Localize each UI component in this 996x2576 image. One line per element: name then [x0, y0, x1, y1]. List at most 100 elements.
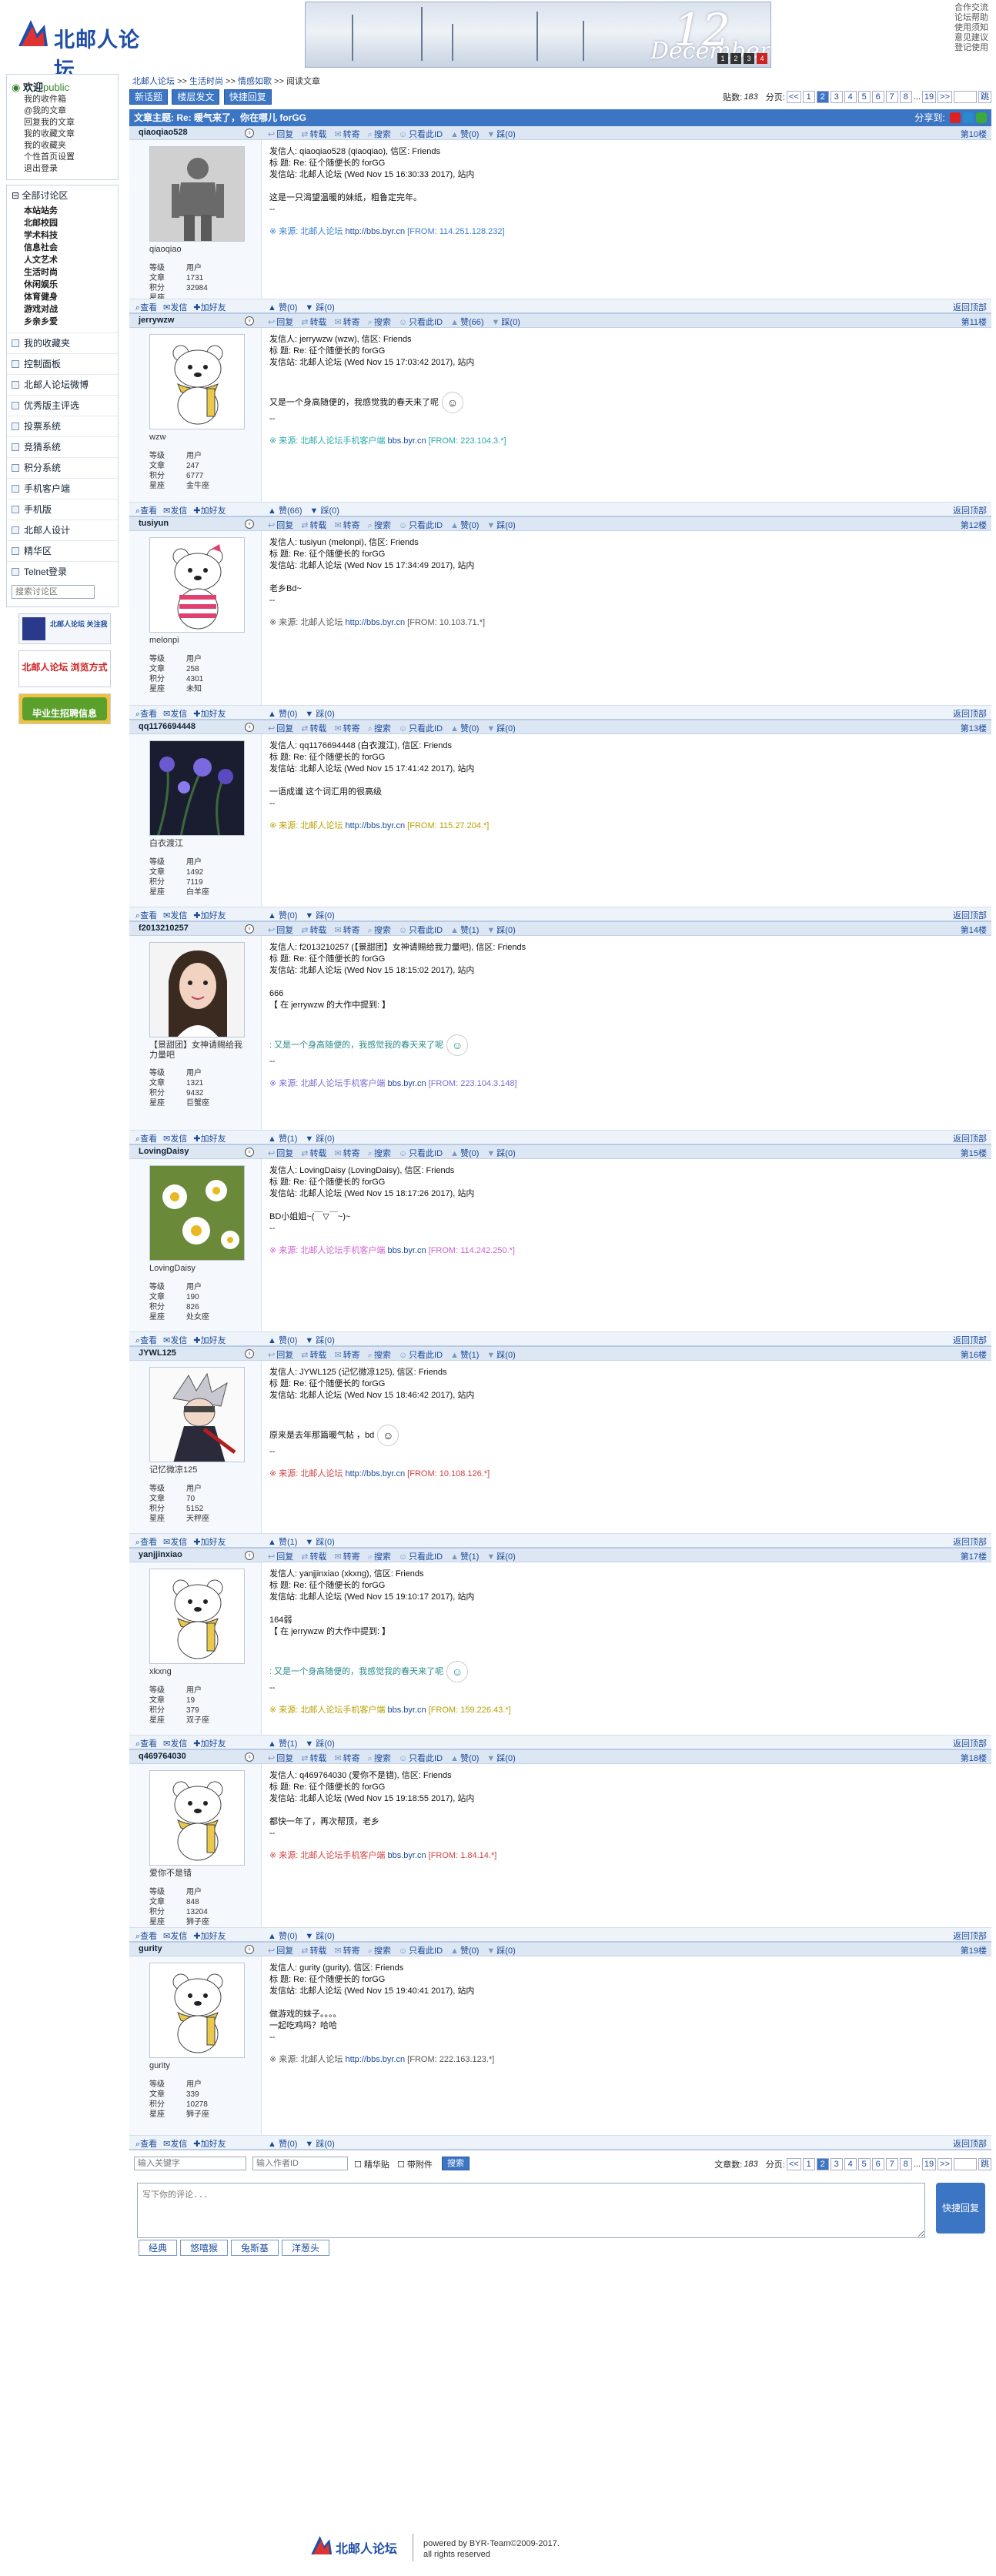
back-to-top-link[interactable]: 返回顶部	[953, 1334, 987, 1346]
dislike-button[interactable]: ▼ 踩(0)	[305, 1538, 334, 1547]
view-profile-button[interactable]: ⌕查看	[135, 1134, 157, 1144]
post-author[interactable]: f2013210257	[139, 924, 189, 933]
sidebar-menu-item[interactable]: Telnet登录	[7, 561, 118, 582]
page-link[interactable]: 19	[921, 2158, 937, 2170]
page-link[interactable]: 4	[844, 2158, 857, 2170]
repost-button[interactable]: ⇄ 转载	[301, 1552, 326, 1562]
author-search-input[interactable]	[252, 2157, 348, 2170]
search-button[interactable]: ⌕ 搜索	[368, 1149, 391, 1158]
search-button[interactable]: ⌕ 搜索	[368, 521, 391, 530]
like-button[interactable]: ▲ 赞(1)	[450, 926, 479, 935]
source-link[interactable]: http://bbs.byr.cn	[345, 2055, 405, 2064]
post-author[interactable]: qq1176694448	[139, 722, 196, 731]
only-author-button[interactable]: ☺ 只看此ID	[399, 521, 443, 530]
page-jump-input[interactable]	[954, 2158, 977, 2170]
add-friend-button[interactable]: ✚加好友	[193, 506, 226, 516]
avatar[interactable]	[149, 740, 245, 836]
only-author-button[interactable]: ☺ 只看此ID	[399, 1351, 443, 1360]
add-friend-button[interactable]: ✚加好友	[193, 1932, 226, 1941]
like-button[interactable]: ▲ 赞(0)	[450, 521, 479, 530]
add-friend-button[interactable]: ✚加好友	[193, 911, 226, 920]
view-profile-button[interactable]: ⌕查看	[135, 506, 157, 516]
board-section-link[interactable]: 游戏对战	[7, 303, 118, 316]
user-link[interactable]: 我的收件箱	[12, 94, 113, 105]
top-link[interactable]: 合作交流	[954, 3, 988, 13]
send-mail-button[interactable]: ✉发信	[163, 710, 187, 719]
view-profile-button[interactable]: ⌕查看	[135, 1336, 157, 1345]
board-search-input[interactable]	[12, 585, 95, 599]
like-button[interactable]: ▲ 赞(1)	[268, 1134, 297, 1144]
post-author[interactable]: jerrywzw	[139, 316, 174, 325]
renren-share-icon[interactable]	[976, 112, 987, 123]
send-mail-button[interactable]: ✉发信	[163, 303, 187, 312]
only-author-button[interactable]: ☺ 只看此ID	[399, 1946, 443, 1956]
search-button[interactable]: ⌕ 搜索	[368, 1351, 391, 1360]
dislike-button[interactable]: ▼ 踩(0)	[305, 1932, 334, 1941]
source-link[interactable]: http://bbs.byr.cn	[345, 227, 405, 236]
add-friend-button[interactable]: ✚加好友	[193, 2140, 226, 2149]
post-author[interactable]: yanjjinxiao	[139, 1550, 182, 1559]
floor-number[interactable]: 第12楼	[961, 519, 987, 531]
page-link[interactable]: 5	[857, 2158, 871, 2170]
forward-button[interactable]: ✉ 转寄	[334, 926, 359, 935]
view-profile-button[interactable]: ⌕查看	[135, 2140, 157, 2149]
send-mail-button[interactable]: ✉发信	[163, 2140, 187, 2149]
repost-button[interactable]: ⇄ 转载	[301, 926, 326, 935]
reply-button[interactable]: ↩ 回复	[268, 318, 293, 327]
post-author[interactable]: LovingDaisy	[139, 1147, 189, 1156]
page-link[interactable]: 8	[899, 2158, 912, 2170]
page-link[interactable]: 3	[830, 2158, 843, 2170]
avatar[interactable]	[149, 942, 245, 1037]
like-button[interactable]: ▲ 赞(0)	[268, 2140, 297, 2149]
dislike-button[interactable]: ▼ 踩(0)	[486, 1754, 515, 1763]
reply-button[interactable]: ↩ 回复	[268, 1754, 293, 1763]
board-section-link[interactable]: 乡亲乡爱	[7, 316, 118, 328]
keyword-search-input[interactable]	[134, 2157, 246, 2170]
sidebar-menu-item[interactable]: 积分系统	[7, 457, 118, 478]
dislike-button[interactable]: ▼ 踩(0)	[310, 506, 339, 516]
search-button[interactable]: ⌕ 搜索	[368, 318, 391, 327]
floor-number[interactable]: 第16楼	[961, 1348, 987, 1361]
forward-button[interactable]: ✉ 转寄	[334, 130, 359, 139]
top-link[interactable]: 论坛帮助	[954, 13, 988, 23]
only-author-button[interactable]: ☺ 只看此ID	[399, 1552, 443, 1562]
top-link[interactable]: 使用须知	[954, 23, 988, 33]
emo-tab[interactable]: 经典	[139, 2240, 178, 2256]
source-link[interactable]: http://bbs.byr.cn	[345, 618, 405, 627]
crumb-board[interactable]: 情感如歌	[238, 77, 272, 86]
crumb-section[interactable]: 生活时尚	[189, 77, 223, 86]
dislike-button[interactable]: ▼ 踩(0)	[492, 318, 520, 327]
add-friend-button[interactable]: ✚加好友	[193, 1336, 226, 1345]
digest-checkbox[interactable]: ☐ 精华贴	[354, 2158, 389, 2170]
only-author-button[interactable]: ☺ 只看此ID	[399, 130, 443, 139]
jobs-ad[interactable]: 毕业生招聘信息	[18, 693, 111, 724]
avatar[interactable]	[149, 1165, 245, 1261]
dislike-button[interactable]: ▼ 踩(0)	[305, 2140, 334, 2149]
repost-button[interactable]: ⇄ 转载	[301, 318, 326, 327]
board-section-link[interactable]: 信息社会	[7, 242, 118, 254]
floor-number[interactable]: 第19楼	[961, 1944, 987, 1956]
like-button[interactable]: ▲ 赞(0)	[268, 911, 297, 920]
source-link[interactable]: bbs.byr.cn	[387, 436, 426, 446]
page-link[interactable]: 1	[802, 91, 815, 103]
dislike-button[interactable]: ▼ 踩(0)	[486, 1351, 515, 1360]
dislike-button[interactable]: ▼ 踩(0)	[486, 521, 515, 530]
attach-checkbox[interactable]: ☐ 带附件	[397, 2158, 433, 2170]
page-link[interactable]: 4	[844, 91, 857, 103]
search-button[interactable]: 搜索	[442, 2157, 470, 2170]
floor-number[interactable]: 第10楼	[961, 128, 987, 140]
emo-tab[interactable]: 兔斯基	[231, 2240, 279, 2256]
forward-button[interactable]: ✉ 转寄	[334, 724, 359, 733]
repost-button[interactable]: ⇄ 转载	[301, 724, 326, 733]
board-section-link[interactable]: 学术科技	[7, 229, 118, 242]
post-author[interactable]: tusiyun	[139, 519, 169, 528]
dislike-button[interactable]: ▼ 踩(0)	[486, 130, 515, 139]
reply-button[interactable]: ↩ 回复	[268, 1552, 293, 1562]
like-button[interactable]: ▲ 赞(66)	[450, 318, 483, 327]
send-mail-button[interactable]: ✉发信	[163, 506, 187, 516]
like-button[interactable]: ▲ 赞(0)	[450, 1149, 479, 1158]
only-author-button[interactable]: ☺ 只看此ID	[399, 1754, 443, 1763]
all-boards-header[interactable]: ⊟ 全部讨论区	[7, 185, 118, 205]
post-author[interactable]: gurity	[139, 1944, 162, 1953]
forward-button[interactable]: ✉ 转寄	[334, 1351, 359, 1360]
